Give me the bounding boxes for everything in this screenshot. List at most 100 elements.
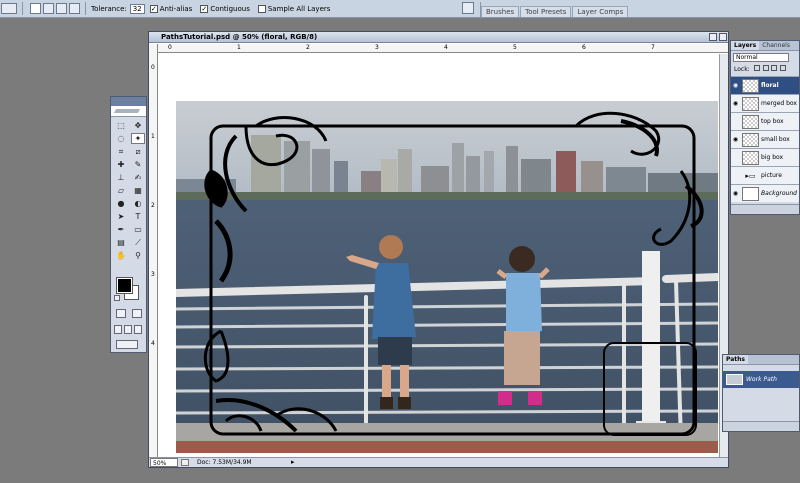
layer-group-picture[interactable]: ▸▭ picture (731, 166, 799, 184)
ruler-tick-label: 3 (375, 44, 379, 51)
eye-icon[interactable]: ◉ (731, 82, 740, 89)
zoom-tool-icon[interactable]: ⚲ (131, 250, 145, 261)
sample-all-layers-option[interactable]: Sample All Layers (257, 4, 334, 13)
document-status-bar: 50% Doc: 7.53M/34.9M ▸ (149, 457, 728, 467)
eye-icon[interactable]: ◉ (731, 190, 740, 197)
palette-well-tab-brushes[interactable]: Brushes (481, 6, 520, 17)
paths-panel-footer (723, 421, 799, 431)
lock-position-icon[interactable] (771, 65, 778, 71)
sample-all-layers-checkbox[interactable] (257, 4, 266, 13)
layer-top-box[interactable]: top box (731, 112, 799, 130)
pen-tool-icon[interactable]: ✒ (114, 224, 128, 235)
lasso-tool-icon[interactable]: ◌ (114, 133, 128, 144)
contiguous-option[interactable]: ✓ Contiguous (200, 4, 253, 13)
document-title: PathsTutorial.psd @ 50% (floral, RGB/8) (161, 33, 318, 41)
subtract-from-selection-icon[interactable] (56, 3, 67, 14)
layer-name: small box (761, 136, 790, 143)
contiguous-checkbox[interactable]: ✓ (200, 4, 209, 13)
status-arrow-icon[interactable]: ▸ (291, 458, 295, 467)
full-screen-menu-mode-icon[interactable] (124, 325, 132, 334)
ruler-tick-label: 5 (513, 44, 517, 51)
notes-tool-icon[interactable]: ▤ (114, 237, 128, 248)
blend-mode-select[interactable]: Normal (733, 53, 789, 62)
vertical-ruler[interactable]: 0 1 2 3 4 (149, 44, 158, 458)
layer-floral[interactable]: ◉ floral (731, 76, 799, 94)
eye-icon[interactable]: ◉ (731, 136, 740, 143)
intersect-selection-icon[interactable] (69, 3, 80, 14)
jump-to-imageready-icon[interactable] (116, 340, 138, 349)
lock-pixels-icon[interactable] (762, 65, 769, 71)
dodge-tool-icon[interactable]: ◐ (131, 198, 145, 209)
ruler-tick-label: 4 (151, 340, 155, 347)
horizontal-ruler[interactable]: 0 1 2 3 4 5 6 7 (158, 44, 728, 53)
magic-wand-tool-icon[interactable]: ✦ (131, 133, 145, 144)
tool-preset-picker[interactable] (1, 3, 17, 14)
blur-tool-icon[interactable]: ● (114, 198, 128, 209)
healing-brush-tool-icon[interactable]: ✚ (114, 159, 128, 170)
layer-name: top box (761, 118, 784, 125)
toolbox-title-bar[interactable] (111, 97, 146, 106)
lock-label: Lock: (734, 66, 750, 73)
tab-paths[interactable]: Paths (723, 355, 748, 364)
anti-alias-checkbox[interactable]: ✓ (149, 4, 158, 13)
default-colors-icon[interactable] (114, 295, 120, 301)
brush-tool-icon[interactable]: ✎ (131, 159, 145, 170)
ruler-tick-label: 2 (151, 202, 155, 209)
document-window: PathsTutorial.psd @ 50% (floral, RGB/8) … (148, 31, 729, 468)
eye-icon[interactable]: ◉ (731, 100, 740, 107)
new-selection-icon[interactable] (30, 3, 41, 14)
canvas-area[interactable] (159, 54, 727, 458)
history-brush-tool-icon[interactable]: ✍ (131, 172, 145, 183)
quick-mask-mode-icon[interactable] (132, 309, 142, 318)
post (642, 251, 660, 431)
lock-all-icon[interactable] (780, 65, 787, 71)
hand-tool-icon[interactable]: ✋ (114, 250, 128, 261)
type-tool-icon[interactable]: T (131, 211, 145, 222)
path-selection-tool-icon[interactable]: ➤ (114, 211, 128, 222)
crop-tool-icon[interactable]: ⌗ (114, 146, 128, 157)
tab-layers[interactable]: Layers (731, 41, 760, 50)
standard-mode-icon[interactable] (116, 309, 126, 318)
lock-transparency-icon[interactable] (753, 65, 760, 71)
tab-channels[interactable]: Channels (759, 41, 793, 50)
ruler-tick-label: 7 (651, 44, 655, 51)
photo-artwork (176, 101, 718, 453)
marquee-tool-icon[interactable]: ⬚ (114, 120, 128, 131)
gradient-tool-icon[interactable]: ▦ (131, 185, 145, 196)
lock-row: Lock: (731, 64, 799, 76)
layer-thumbnail (742, 132, 759, 147)
palette-well-tab-layer-comps[interactable]: Layer Comps (572, 6, 629, 17)
toolbox: ⬚ ✥ ◌ ✦ ⌗ ⧄ ✚ ✎ ⊥ ✍ ▱ ▦ ● ◐ ➤ T ✒ ▭ ▤ ⟋ … (110, 96, 147, 353)
minimize-icon[interactable] (709, 33, 717, 41)
layer-merged-box[interactable]: ◉ merged box (731, 94, 799, 112)
layer-small-box[interactable]: ◉ small box (731, 130, 799, 148)
maximize-icon[interactable] (719, 33, 727, 41)
zoom-level-field[interactable]: 50% (150, 458, 178, 467)
path-item-work-path[interactable]: Work Path (723, 371, 799, 388)
eyedropper-tool-icon[interactable]: ⟋ (131, 237, 145, 248)
layer-background[interactable]: ◉ Background (731, 184, 799, 202)
clone-stamp-tool-icon[interactable]: ⊥ (114, 172, 128, 183)
paths-panel-tabs: Paths (723, 355, 799, 365)
eraser-tool-icon[interactable]: ▱ (114, 185, 128, 196)
palette-well-tab-tool-presets[interactable]: Tool Presets (520, 6, 572, 17)
photoshop-feather-logo[interactable] (111, 106, 146, 117)
photo-canvas[interactable] (176, 101, 718, 453)
move-tool-icon[interactable]: ✥ (131, 120, 145, 131)
shape-tool-icon[interactable]: ▭ (131, 224, 145, 235)
full-screen-mode-icon[interactable] (134, 325, 142, 334)
far-shore (176, 192, 718, 200)
layers-panel: Layers Channels Normal Lock: ◉ floral ◉ … (730, 40, 800, 215)
add-to-selection-icon[interactable] (43, 3, 54, 14)
tolerance-input[interactable]: 32 (129, 3, 145, 14)
standard-screen-mode-icon[interactable] (114, 325, 122, 334)
document-title-bar[interactable]: PathsTutorial.psd @ 50% (floral, RGB/8) (149, 32, 728, 43)
file-browser-icon[interactable] (462, 2, 474, 14)
layer-big-box[interactable]: big box (731, 148, 799, 166)
separator (22, 2, 23, 15)
foreground-color-swatch[interactable] (116, 277, 133, 294)
anti-alias-option[interactable]: ✓ Anti-alias (149, 4, 196, 13)
slice-tool-icon[interactable]: ⧄ (131, 146, 145, 157)
document-size-info: Doc: 7.53M/34.9M (197, 459, 252, 466)
status-menu-icon[interactable] (181, 459, 189, 466)
